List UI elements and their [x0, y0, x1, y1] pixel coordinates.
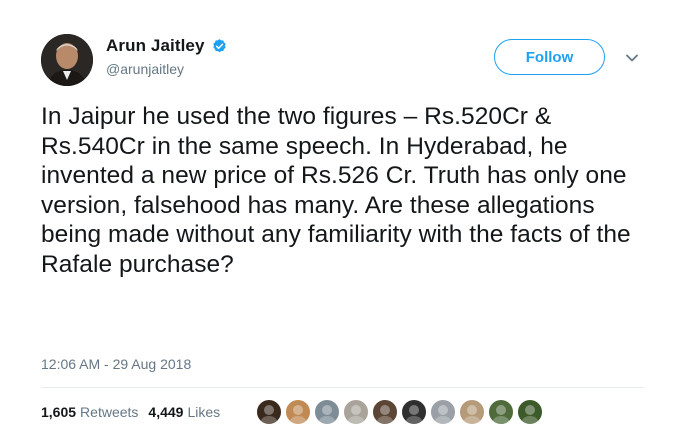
tweet-card: Arun Jaitley @arunjaitley Follow In Jaip…: [0, 0, 688, 434]
chevron-down-icon[interactable]: [624, 50, 640, 66]
liker-avatar[interactable]: [488, 399, 514, 425]
verified-badge-icon: [212, 38, 226, 52]
liker-avatar[interactable]: [372, 399, 398, 425]
avatar-icon: [492, 405, 510, 424]
tweet-text: In Jaipur he used the two figures – Rs.5…: [41, 103, 631, 278]
avatar-icon: [463, 405, 481, 424]
avatar-icon: [347, 405, 365, 424]
retweets-stat[interactable]: 1,605 Retweets: [41, 404, 138, 420]
liker-avatar[interactable]: [343, 399, 369, 425]
author-handle[interactable]: @arunjaitley: [106, 61, 228, 77]
tweet-timestamp[interactable]: 12:06 AM - 29 Aug 2018: [41, 356, 191, 372]
liker-avatar[interactable]: [314, 399, 340, 425]
liker-avatar[interactable]: [517, 399, 543, 425]
avatar-icon: [405, 405, 423, 424]
likes-count: 4,449: [148, 404, 184, 420]
retweets-label: Retweets: [80, 404, 139, 420]
liker-avatar[interactable]: [401, 399, 427, 425]
profile-avatar[interactable]: [41, 34, 93, 86]
liker-avatar[interactable]: [430, 399, 456, 425]
follow-button[interactable]: Follow: [494, 39, 605, 75]
avatar-icon: [318, 405, 336, 424]
avatar-icon: [260, 405, 278, 424]
likes-stat[interactable]: 4,449 Likes: [148, 404, 220, 420]
likes-label: Likes: [187, 404, 221, 420]
profile-photo-icon: [41, 34, 93, 86]
liker-avatar[interactable]: [459, 399, 485, 425]
liker-avatar[interactable]: [256, 399, 282, 425]
avatar-icon: [376, 405, 394, 424]
avatar-icon: [521, 405, 539, 424]
liker-avatar[interactable]: [285, 399, 311, 425]
author-name[interactable]: Arun Jaitley: [106, 36, 205, 56]
avatar-icon: [289, 405, 307, 424]
tweet-stats: 1,605 Retweets 4,449 Likes: [41, 404, 230, 420]
author-info: Arun Jaitley @arunjaitley: [106, 36, 228, 77]
liker-avatars: [256, 399, 543, 425]
retweets-count: 1,605: [41, 404, 77, 420]
avatar-icon: [434, 405, 452, 424]
divider: [41, 387, 644, 388]
